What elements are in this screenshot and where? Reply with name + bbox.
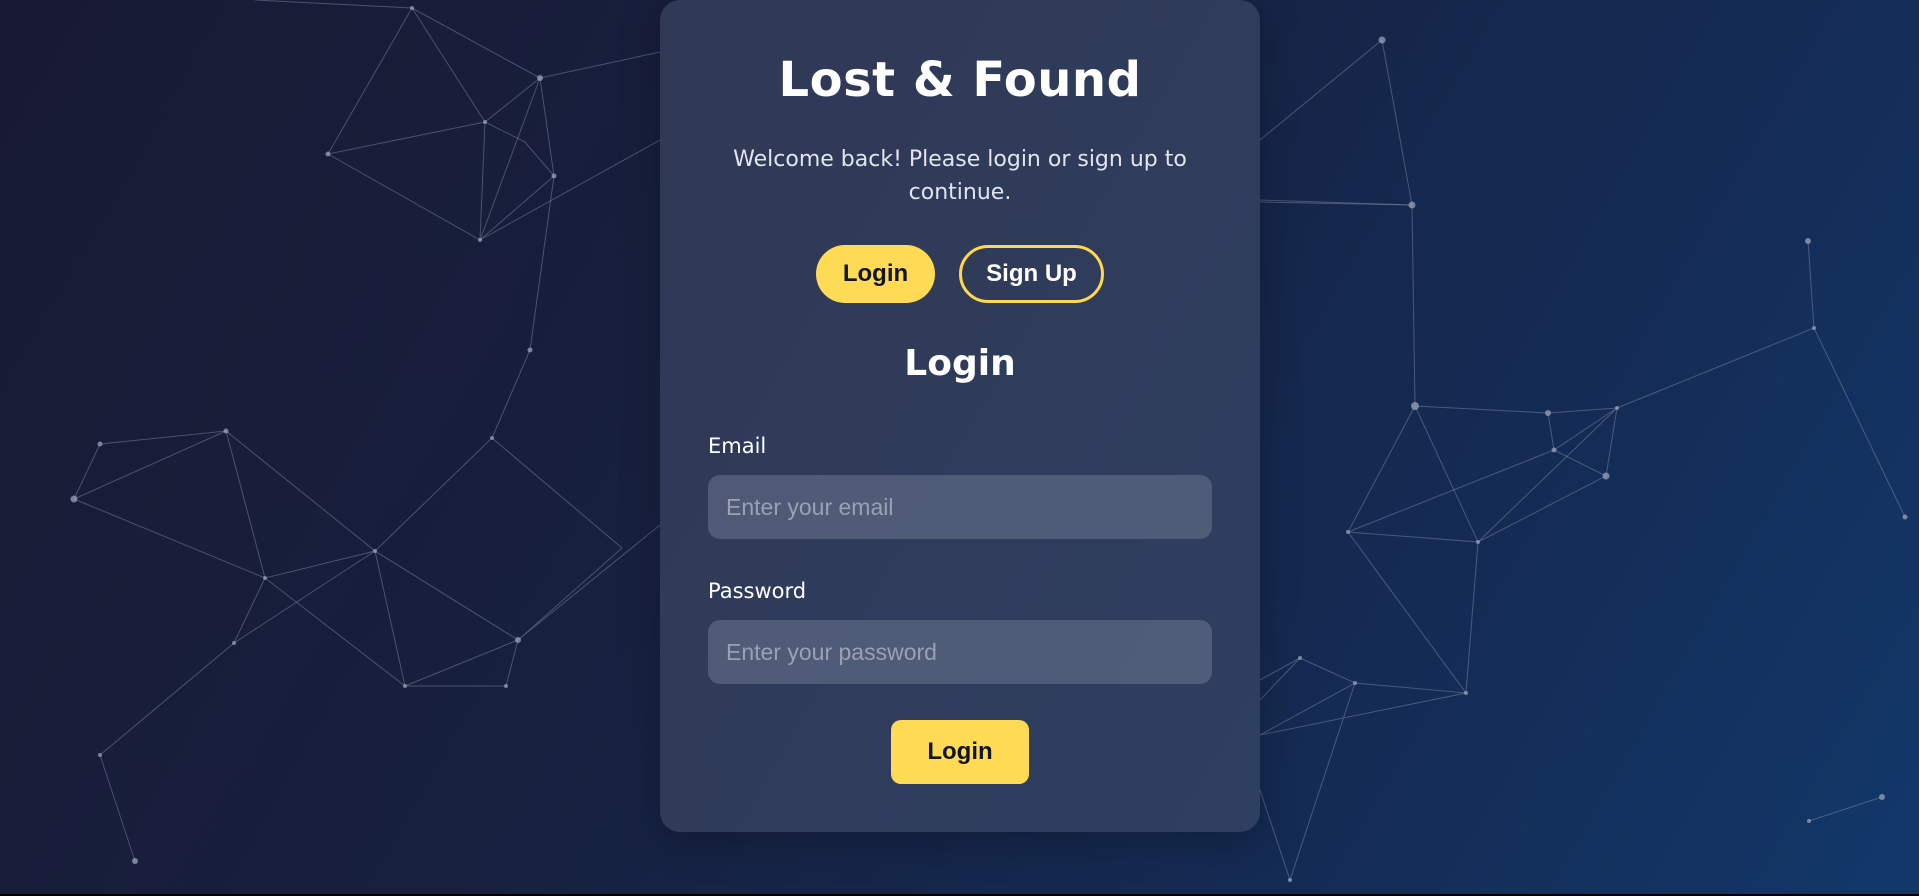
password-field[interactable] (708, 620, 1212, 684)
password-label: Password (708, 579, 807, 603)
auth-card: Lost & Found Welcome back! Please login … (660, 0, 1260, 832)
app-title: Lost & Found (778, 52, 1142, 108)
signup-toggle-button[interactable]: Sign Up (959, 245, 1104, 303)
login-submit-button[interactable]: Login (891, 720, 1029, 784)
login-toggle-button[interactable]: Login (816, 245, 935, 303)
email-field[interactable] (708, 475, 1212, 539)
welcome-subtitle: Welcome back! Please login or sign up to… (733, 147, 1187, 205)
email-label: Email (708, 434, 767, 458)
auth-mode-toggle: Login Sign Up (660, 245, 1260, 303)
form-heading: Login (904, 343, 1016, 384)
